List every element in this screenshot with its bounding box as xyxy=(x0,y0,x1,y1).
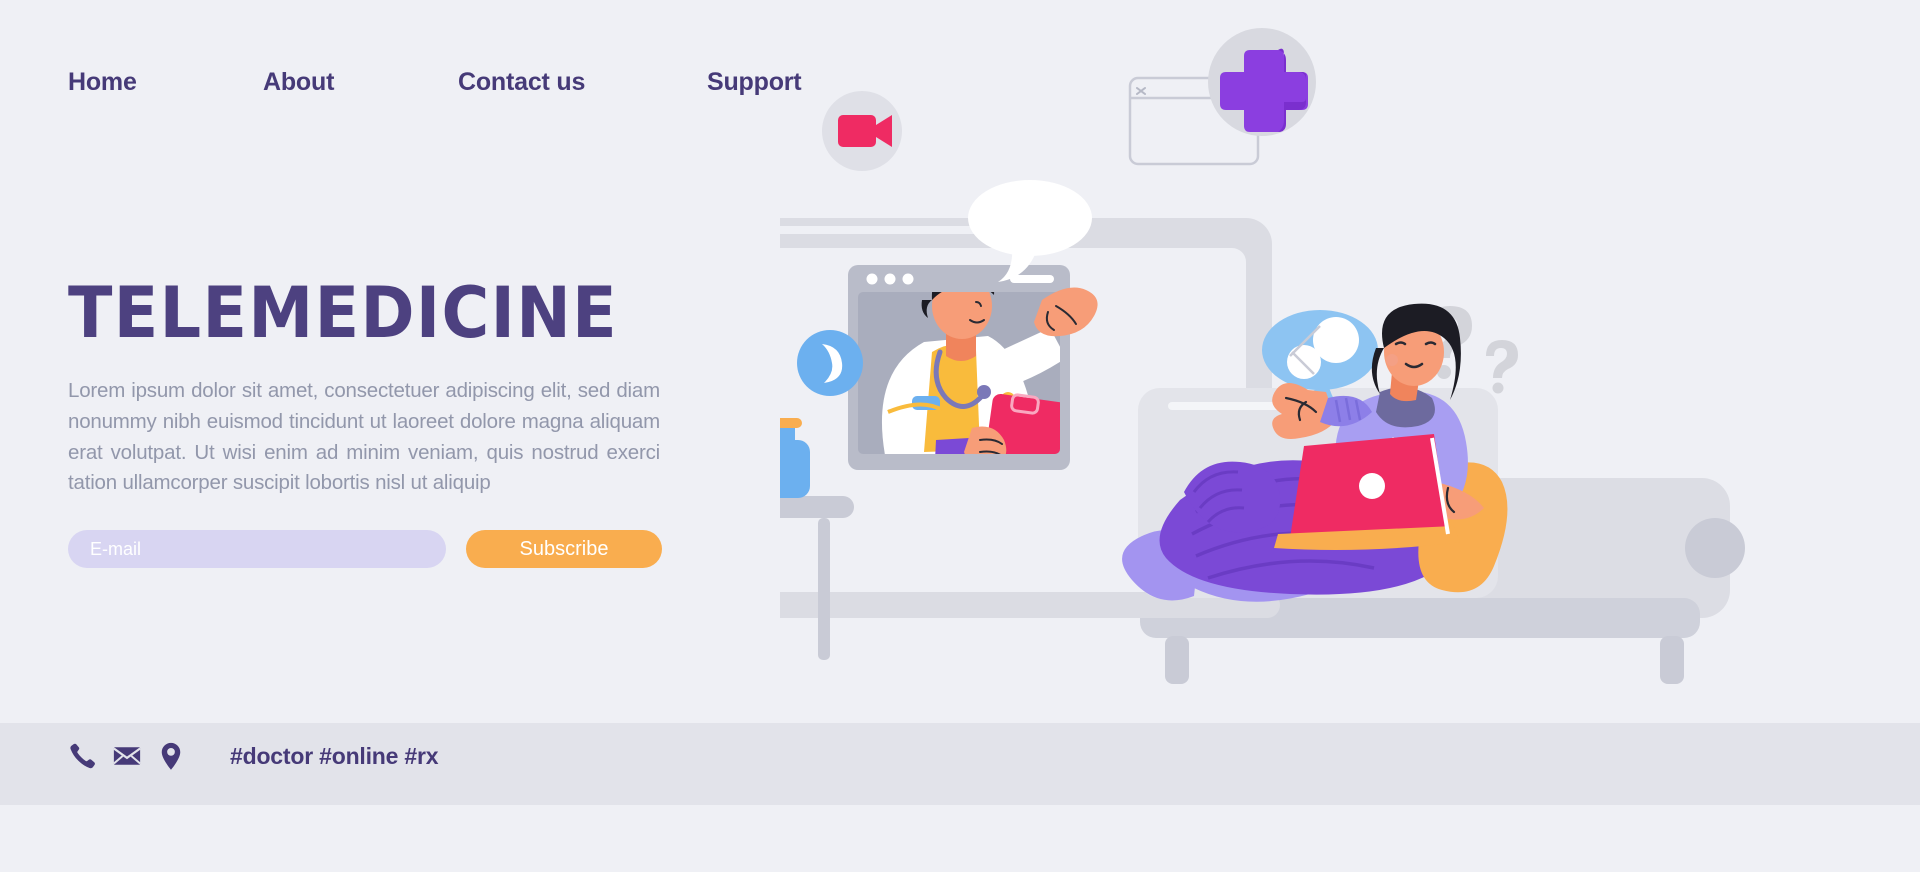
footer-content: #doctor #online #rx xyxy=(68,741,439,771)
phone-icon[interactable] xyxy=(68,741,98,771)
telemedicine-illustration xyxy=(780,0,1920,805)
main-navigation: Home About Contact us Support xyxy=(68,68,802,97)
nav-item-contact-us[interactable]: Contact us xyxy=(458,68,707,97)
hashtag-list: #doctor #online #rx xyxy=(230,742,439,769)
envelope-icon[interactable] xyxy=(112,741,142,771)
nav-item-home[interactable]: Home xyxy=(68,68,263,97)
phone-call-badge-icon xyxy=(797,330,863,396)
landing-page: Home About Contact us Support TELEMEDICI… xyxy=(0,0,1920,872)
page-title: TELEMEDICINE xyxy=(68,272,619,354)
location-pin-icon[interactable] xyxy=(156,741,186,771)
nav-item-about[interactable]: About xyxy=(263,68,458,97)
email-field[interactable] xyxy=(68,530,446,568)
hero-section: TELEMEDICINE Lorem ipsum dolor sit amet,… xyxy=(68,278,668,499)
video-camera-badge-icon xyxy=(822,91,902,171)
hero-description: Lorem ipsum dolor sit amet, consectetuer… xyxy=(68,379,660,495)
subscribe-form: Subscribe xyxy=(68,530,662,568)
medical-cross-badge-icon xyxy=(1208,28,1316,136)
subscribe-button[interactable]: Subscribe xyxy=(466,530,662,568)
